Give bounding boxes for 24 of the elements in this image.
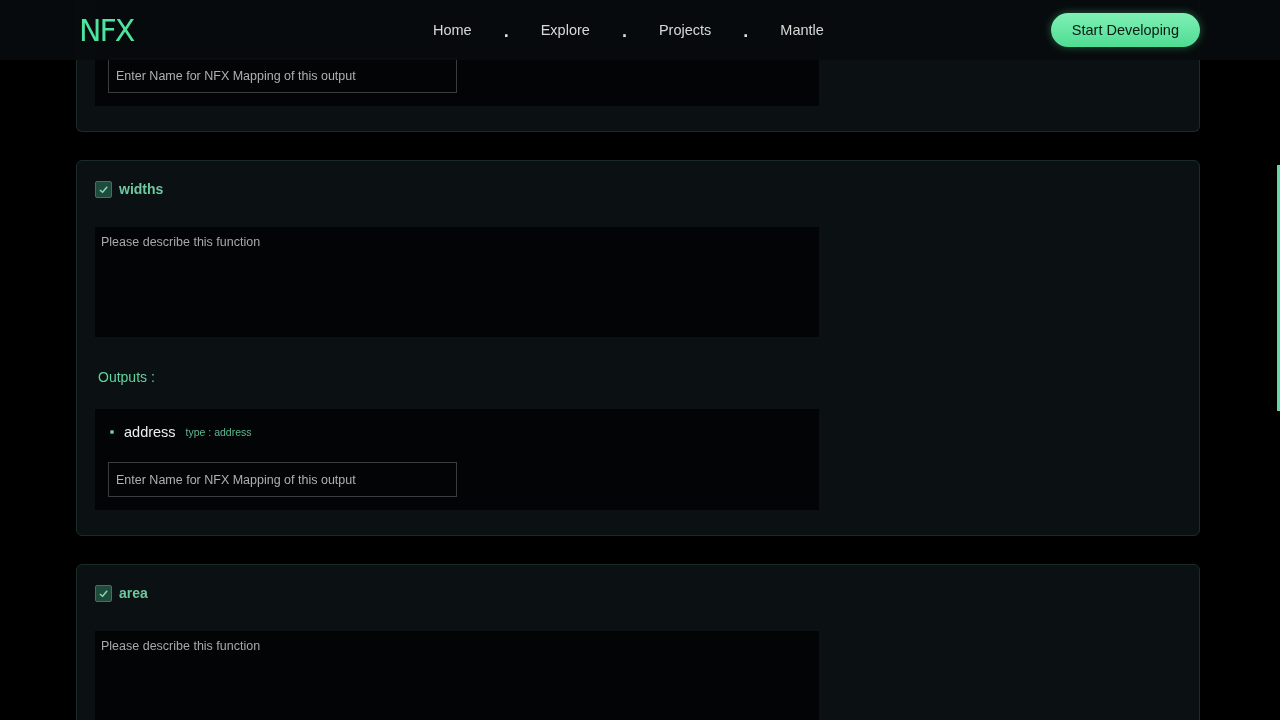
nav-separator: . bbox=[621, 20, 627, 40]
nav-link[interactable]: Mantle bbox=[780, 22, 824, 38]
nav-separator: . bbox=[503, 20, 509, 40]
check-icon bbox=[98, 183, 109, 195]
output-name: address bbox=[124, 424, 176, 440]
check-icon bbox=[98, 587, 109, 599]
nav-link[interactable]: Home bbox=[433, 22, 472, 38]
outputs-label: Outputs : bbox=[97, 369, 156, 385]
checkbox[interactable] bbox=[95, 180, 112, 198]
function-name: widths bbox=[119, 181, 164, 197]
scrollbar-thumb[interactable] bbox=[1277, 165, 1280, 411]
nav-separator: . bbox=[743, 20, 749, 40]
start-developing-button[interactable]: Start Developing bbox=[1050, 13, 1200, 47]
description-field[interactable]: Please describe this function bbox=[95, 227, 819, 337]
nav-link[interactable]: Explore bbox=[540, 22, 590, 38]
output-type: type : address bbox=[185, 426, 252, 438]
bullet-icon bbox=[110, 430, 114, 434]
description-field[interactable]: Please describe this function bbox=[95, 631, 819, 720]
nav-link[interactable]: Projects bbox=[658, 22, 712, 38]
checkbox[interactable] bbox=[95, 584, 112, 602]
function-name: area bbox=[119, 585, 148, 601]
mapping-name-field[interactable]: Enter Name for NFX Mapping of this output bbox=[108, 462, 457, 497]
logo[interactable]: NFX bbox=[79, 12, 419, 48]
mapping-name-field[interactable]: Enter Name for NFX Mapping of this output bbox=[108, 58, 457, 93]
